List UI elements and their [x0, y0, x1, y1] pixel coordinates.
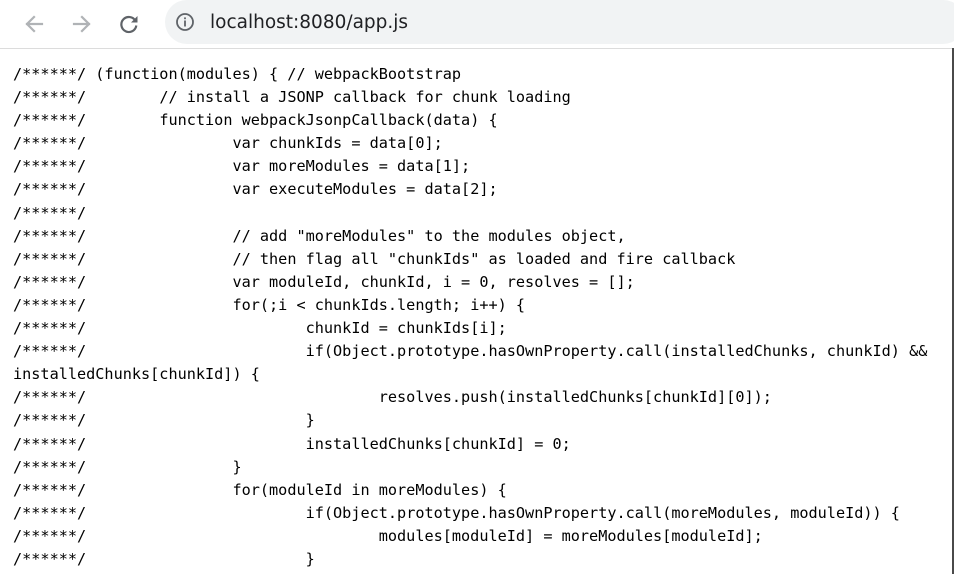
info-circle-icon[interactable]: [175, 12, 195, 32]
code-line: /******/ for(moduleId in moreModules) {: [13, 480, 507, 499]
code-line: /******/ }: [13, 411, 315, 430]
code-line: /******/ // install a JSONP callback for…: [13, 88, 571, 107]
browser-toolbar: localhost:8080/app.js: [0, 0, 954, 49]
arrow-left-icon: [25, 15, 44, 33]
code-line: /******/ if(Object.prototype.hasOwnPrope…: [13, 342, 928, 361]
code-line: /******/ var chunkIds = data[0];: [13, 134, 443, 153]
code-line: /******/ if(Object.prototype.hasOwnPrope…: [13, 503, 900, 522]
code-line: /******/ var moduleId, chunkId, i = 0, r…: [13, 272, 635, 291]
code-line: /******/: [13, 203, 87, 222]
code-line: /******/ modules[moduleId] = moreModules…: [13, 526, 763, 545]
url-text: localhost:8080/app.js: [210, 11, 409, 33]
source-code-view: /******/ (function(modules) { // webpack…: [13, 63, 954, 574]
reload-button[interactable]: [113, 8, 145, 40]
address-bar[interactable]: localhost:8080/app.js: [165, 0, 954, 44]
code-line: /******/ var moreModules = data[1];: [13, 157, 471, 176]
code-line: /******/ function webpackJsonpCallback(d…: [13, 111, 498, 130]
code-line: installedChunks[chunkId]) {: [13, 365, 260, 384]
code-line: /******/ // add "moreModules" to the mod…: [13, 226, 626, 245]
code-line: /******/ installedChunks[chunkId] = 0;: [13, 434, 571, 453]
code-line: /******/ }: [13, 549, 315, 568]
reload-icon: [120, 15, 138, 34]
arrow-right-icon: [72, 15, 91, 33]
code-line: /******/ resolves.push(installedChunks[c…: [13, 388, 772, 407]
code-line: /******/ (function(modules) { // webpack…: [13, 65, 462, 83]
code-line: /******/ // then flag all "chunkIds" as …: [13, 249, 736, 268]
code-line: /******/ }: [13, 457, 242, 476]
code-line: /******/ chunkId = chunkIds[i];: [13, 319, 507, 338]
code-line: /******/ for(;i < chunkIds.length; i++) …: [13, 295, 526, 314]
code-line: /******/ var executeModules = data[2];: [13, 180, 498, 199]
forward-button[interactable]: [66, 8, 98, 40]
back-button[interactable]: [18, 8, 50, 40]
